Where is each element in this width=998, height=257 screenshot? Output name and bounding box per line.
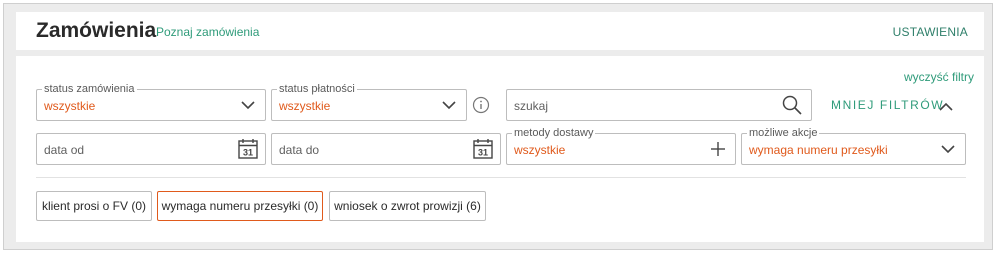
order-status-label: status zamówienia: [42, 82, 137, 96]
calendar-day: 31: [243, 148, 253, 158]
quick-filter-tracking-number[interactable]: wymaga numeru przesyłki (0): [157, 191, 323, 221]
date-from-input[interactable]: data od: [44, 143, 84, 157]
order-status-value: wszystkie: [44, 99, 96, 113]
page-header: Zamówienia Poznaj zamówienia USTAWIENIA: [16, 12, 984, 50]
quick-filter-invoice-request[interactable]: klient prosi o FV (0): [36, 191, 152, 221]
chevron-down-icon: [442, 101, 456, 110]
payment-status-value: wszystkie: [279, 99, 331, 113]
less-filters-button[interactable]: MNIEJ FILTRÓW: [831, 98, 944, 112]
learn-orders-link[interactable]: Poznaj zamówienia: [156, 25, 259, 39]
search-input[interactable]: szukaj: [514, 99, 548, 113]
filters-panel: wyczyść filtry status zamówienia wszystk…: [16, 56, 984, 242]
calendar-day: 31: [478, 148, 488, 158]
plus-icon[interactable]: [709, 140, 727, 158]
filters-divider: [36, 177, 966, 178]
search-field[interactable]: szukaj: [506, 89, 812, 121]
chevron-down-icon: [241, 101, 255, 110]
search-icon[interactable]: [781, 94, 803, 116]
clear-filters-link[interactable]: wyczyść filtry: [904, 70, 974, 84]
settings-link[interactable]: USTAWIENIA: [893, 25, 968, 39]
orders-window: Zamówienia Poznaj zamówienia USTAWIENIA …: [3, 3, 993, 250]
date-to-input[interactable]: data do: [279, 143, 319, 157]
order-status-select[interactable]: status zamówienia wszystkie: [36, 82, 266, 121]
possible-actions-select[interactable]: możliwe akcje wymaga numeru przesyłki: [741, 126, 966, 165]
date-from-field[interactable]: data od 31: [36, 133, 266, 165]
page-title: Zamówienia: [36, 19, 157, 42]
possible-actions-value: wymaga numeru przesyłki: [749, 143, 888, 157]
chevron-up-icon[interactable]: [938, 100, 954, 112]
payment-status-select[interactable]: status płatności wszystkie: [271, 82, 467, 121]
quick-filter-commission-refund[interactable]: wniosek o zwrot prowizji (6): [329, 191, 486, 221]
payment-status-label: status płatności: [277, 82, 357, 96]
delivery-methods-label: metody dostawy: [512, 126, 596, 140]
info-icon[interactable]: [472, 96, 490, 114]
chevron-down-icon: [941, 145, 955, 154]
delivery-methods-value: wszystkie: [514, 143, 566, 157]
calendar-icon[interactable]: 31: [237, 138, 259, 160]
delivery-methods-select[interactable]: metody dostawy wszystkie: [506, 126, 736, 165]
date-to-field[interactable]: data do 31: [271, 133, 501, 165]
possible-actions-label: możliwe akcje: [747, 126, 820, 140]
calendar-icon[interactable]: 31: [472, 138, 494, 160]
